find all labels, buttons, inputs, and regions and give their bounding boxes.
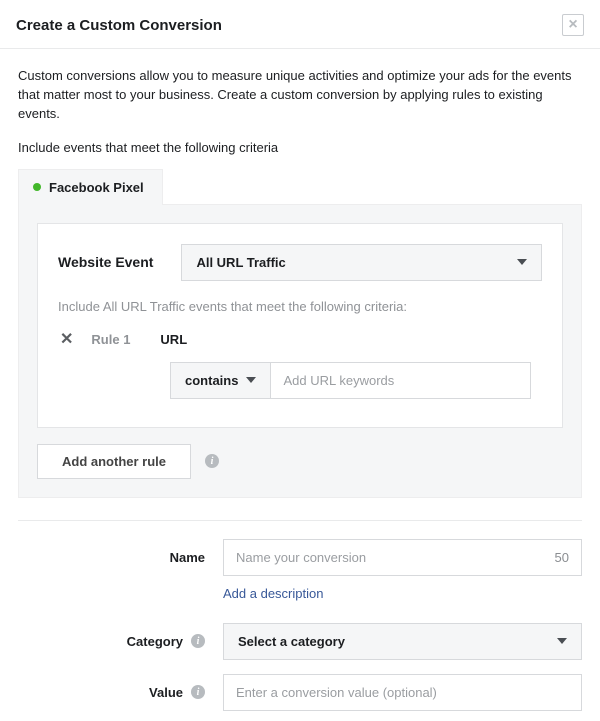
- info-icon: i: [191, 634, 205, 648]
- add-rule-row: Add another rule i: [37, 444, 563, 479]
- info-icon: i: [205, 454, 219, 468]
- name-row: Name 50: [18, 539, 582, 576]
- rule-row: ✕ Rule 1 URL: [58, 332, 542, 348]
- value-row: Value i: [18, 674, 582, 711]
- info-icon: i: [191, 685, 205, 699]
- value-input[interactable]: [223, 674, 582, 711]
- remove-rule-button[interactable]: ✕: [58, 332, 75, 348]
- intro-text: Custom conversions allow you to measure …: [18, 67, 582, 124]
- rules-subtext: Include All URL Traffic events that meet…: [58, 299, 542, 314]
- website-event-row: Website Event All URL Traffic: [58, 244, 542, 281]
- add-description-link[interactable]: Add a description: [18, 586, 582, 601]
- rule-input-row: contains: [170, 362, 542, 399]
- divider: [18, 520, 582, 521]
- category-row: Category i Select a category: [18, 623, 582, 660]
- contains-select[interactable]: contains: [170, 362, 271, 399]
- chevron-down-icon: [246, 377, 256, 383]
- url-keyword-input[interactable]: [271, 362, 531, 399]
- rules-card: Website Event All URL Traffic Include Al…: [37, 223, 563, 428]
- dialog-header: Create a Custom Conversion ×: [0, 0, 600, 49]
- value-label: Value: [149, 685, 183, 700]
- criteria-heading: Include events that meet the following c…: [18, 140, 582, 155]
- name-input[interactable]: [236, 540, 555, 575]
- category-label: Category: [127, 634, 183, 649]
- dialog-body: Custom conversions allow you to measure …: [0, 49, 600, 711]
- close-button[interactable]: ×: [562, 14, 584, 36]
- rules-panel: Website Event All URL Traffic Include Al…: [18, 204, 582, 498]
- contains-label: contains: [185, 373, 238, 388]
- website-event-label: Website Event: [58, 254, 153, 270]
- chevron-down-icon: [557, 638, 567, 644]
- tab-label: Facebook Pixel: [49, 180, 144, 195]
- name-input-wrap: 50: [223, 539, 582, 576]
- category-value: Select a category: [238, 634, 345, 649]
- status-dot-icon: [33, 183, 41, 191]
- url-label: URL: [160, 332, 187, 347]
- website-event-select[interactable]: All URL Traffic: [181, 244, 542, 281]
- rule-name: Rule 1: [91, 332, 130, 347]
- name-label: Name: [170, 550, 205, 565]
- tab-facebook-pixel[interactable]: Facebook Pixel: [18, 169, 163, 205]
- add-rule-button[interactable]: Add another rule: [37, 444, 191, 479]
- chevron-down-icon: [517, 259, 527, 265]
- dialog-title: Create a Custom Conversion: [16, 17, 222, 34]
- category-select[interactable]: Select a category: [223, 623, 582, 660]
- website-event-value: All URL Traffic: [196, 255, 285, 270]
- char-count: 50: [555, 550, 569, 565]
